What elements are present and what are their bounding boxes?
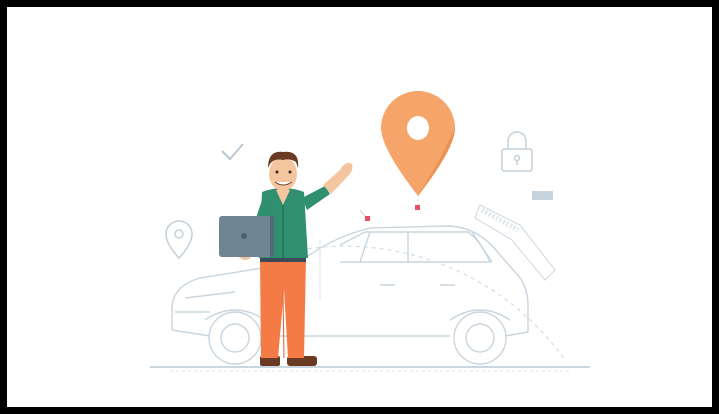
accent-markers [365, 205, 420, 221]
illustration [150, 91, 590, 372]
card-icon [532, 191, 553, 200]
location-pin-icon [381, 91, 455, 196]
laptop-icon [219, 216, 274, 257]
gauge-arc [299, 204, 566, 361]
illustration-frame [7, 7, 712, 407]
person [238, 151, 353, 366]
checkmark-icon [221, 143, 244, 161]
lock-icon [501, 131, 533, 172]
small-pin-icon [165, 220, 193, 260]
ground-line [150, 366, 590, 372]
